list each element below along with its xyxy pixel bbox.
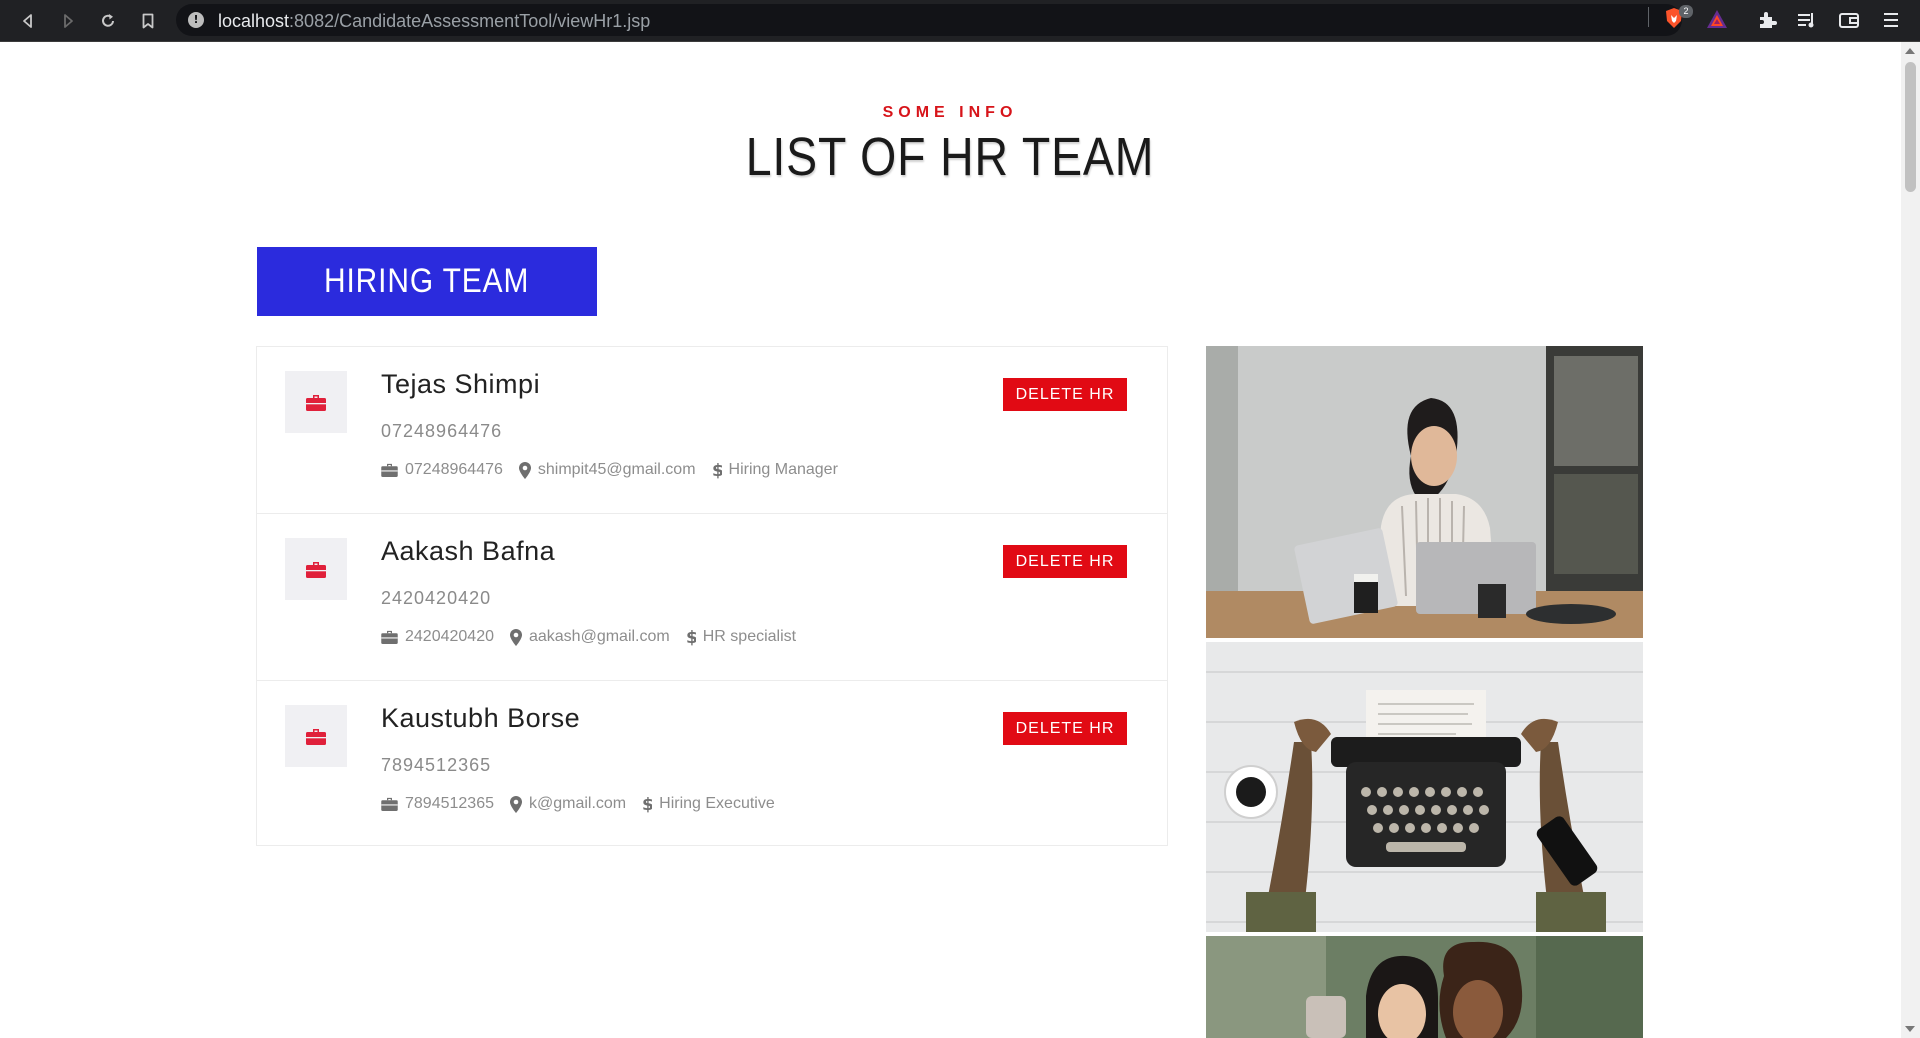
forward-icon [64, 14, 73, 28]
scroll-up-arrow[interactable] [1905, 48, 1915, 54]
meta-email-text: shimpit45@gmail.com [537, 461, 696, 478]
hr-name: Aakash Bafna [381, 536, 556, 566]
meta-contact-text: 7894512365 [405, 795, 494, 812]
typewriter-photo [1206, 642, 1643, 932]
bookmark-icon [142, 13, 154, 29]
meta-role: $ Hiring Executive [642, 795, 775, 813]
meta-contact: 2420420420 [381, 628, 494, 646]
url-text: localhost:8082/CandidateAssessmentTool/v… [218, 11, 651, 31]
map-marker-icon [518, 461, 531, 479]
map-marker-icon [509, 628, 522, 646]
extensions-icon[interactable] [1756, 9, 1778, 31]
scroll-thumb[interactable] [1905, 62, 1916, 192]
hr-meta: 7894512365 k@gmail.com $ Hiring Executiv… [381, 795, 791, 813]
meta-contact: 7894512365 [381, 795, 494, 813]
briefcase-icon [306, 394, 326, 411]
briefcase-icon [381, 463, 398, 477]
hr-phone: 7894512365 [381, 755, 492, 775]
delete-hr-button[interactable]: DELETE HR [1003, 378, 1127, 411]
hr-meta: 2420420420 aakash@gmail.com $ HR special… [381, 628, 812, 646]
dollar-icon: $ [712, 461, 722, 479]
card-icon-box [285, 705, 347, 767]
meta-role-text: Hiring Executive [659, 795, 775, 812]
back-icon [23, 14, 32, 28]
office-woman-photo [1206, 346, 1643, 638]
map-marker-icon [509, 795, 522, 813]
meta-email: shimpit45@gmail.com [518, 461, 696, 479]
page-scrollbar[interactable] [1901, 42, 1920, 1038]
hr-card: Kaustubh Borse 7894512365 7894512365 k@g… [257, 681, 1167, 848]
forward-button[interactable] [54, 7, 82, 35]
briefcase-icon [381, 630, 398, 644]
meta-role-text: Hiring Manager [728, 461, 838, 478]
dollar-icon: $ [642, 795, 652, 813]
meta-role: $ HR specialist [686, 628, 796, 646]
hiring-team-button[interactable]: HIRING TEAM [257, 247, 597, 316]
card-icon-box [285, 371, 347, 433]
meta-email-text: k@gmail.com [528, 795, 627, 812]
meta-role-text: HR specialist [702, 628, 797, 645]
hr-list: Tejas Shimpi 07248964476 07248964476 shi… [256, 346, 1168, 846]
hr-card: Tejas Shimpi 07248964476 07248964476 shi… [257, 347, 1167, 514]
site-info-icon[interactable]: ! [188, 12, 204, 28]
meta-email-text: aakash@gmail.com [528, 628, 670, 645]
delete-hr-button[interactable]: DELETE HR [1003, 712, 1127, 745]
delete-hr-button[interactable]: DELETE HR [1003, 545, 1127, 578]
meta-email: aakash@gmail.com [509, 628, 670, 646]
hr-meta: 07248964476 shimpit45@gmail.com $ Hiring… [381, 461, 854, 479]
briefcase-icon [306, 728, 326, 745]
hr-card: Aakash Bafna 2420420420 2420420420 aakas… [257, 514, 1167, 681]
reload-button[interactable] [94, 7, 122, 35]
hiring-team-label: HIRING TEAM [324, 262, 530, 300]
svg-text:$: $ [712, 461, 722, 479]
meta-contact-text: 2420420420 [405, 628, 494, 645]
page-title: LIST OF HR TEAM [745, 127, 1155, 187]
back-button[interactable] [14, 7, 42, 35]
wallet-icon[interactable] [1838, 9, 1860, 31]
rewards-icon[interactable] [1706, 9, 1728, 29]
svg-text:$: $ [642, 795, 652, 813]
meta-email: k@gmail.com [509, 795, 627, 813]
shield-count-badge: 2 [1679, 5, 1693, 18]
meta-role: $ Hiring Manager [712, 461, 838, 479]
hr-name: Kaustubh Borse [381, 703, 581, 733]
meta-contact: 07248964476 [381, 461, 503, 479]
briefcase-icon [306, 561, 326, 578]
section-subheading: SOME INFO [882, 104, 1018, 121]
menu-icon[interactable] [1880, 9, 1902, 31]
bookmark-button[interactable] [134, 7, 162, 35]
two-women-photo [1206, 936, 1643, 1038]
dollar-icon: $ [686, 628, 696, 646]
reload-icon [102, 14, 114, 27]
briefcase-icon [381, 797, 398, 811]
media-icon[interactable] [1796, 9, 1818, 31]
hr-phone: 07248964476 [381, 421, 503, 441]
browser-toolbar: ! localhost:8082/CandidateAssessmentTool… [0, 0, 1920, 42]
address-bar-divider [1648, 7, 1649, 27]
meta-contact-text: 07248964476 [405, 461, 503, 478]
hr-name: Tejas Shimpi [381, 369, 541, 399]
hr-phone: 2420420420 [381, 588, 492, 608]
svg-text:$: $ [686, 628, 696, 646]
card-icon-box [285, 538, 347, 600]
scroll-down-arrow[interactable] [1905, 1026, 1915, 1032]
address-bar[interactable]: ! localhost:8082/CandidateAssessmentTool… [176, 4, 1682, 36]
